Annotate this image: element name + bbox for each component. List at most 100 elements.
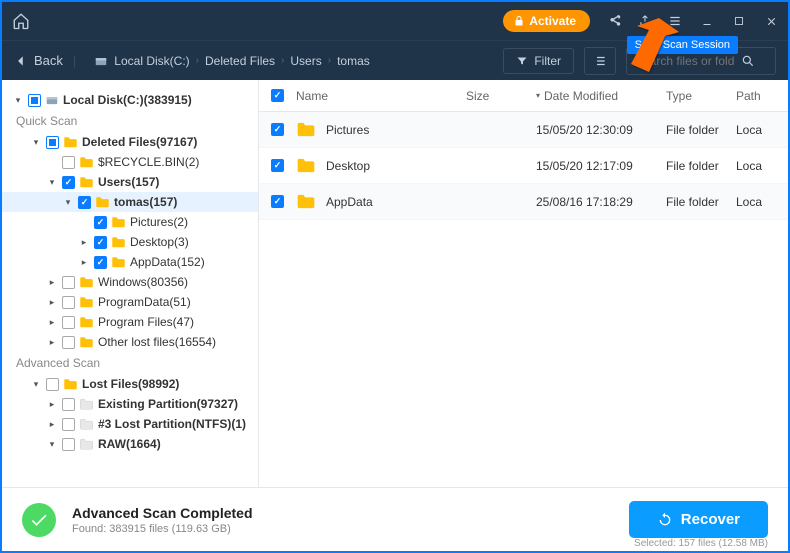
folder-icon <box>296 121 316 138</box>
crumb-0[interactable]: Local Disk(C:) <box>114 54 189 68</box>
checkbox[interactable] <box>62 176 75 189</box>
tree-label: RAW(1664) <box>98 437 161 451</box>
tree-label: Lost Files(98992) <box>82 377 179 391</box>
checkbox[interactable] <box>28 94 41 107</box>
tree-label: Program Files(47) <box>98 315 194 329</box>
col-path[interactable]: Path <box>736 89 776 103</box>
file-date: 15/05/20 12:17:09 <box>536 159 666 173</box>
tree-existing[interactable]: ▸ Existing Partition(97327) <box>2 394 258 414</box>
tree-label: #3 Lost Partition(NTFS)(1) <box>98 417 246 431</box>
tree-label: AppData(152) <box>130 255 205 269</box>
tree-root[interactable]: ▾ Local Disk(C:)(383915) <box>2 90 258 110</box>
crumb-3[interactable]: tomas <box>337 54 370 68</box>
checkbox[interactable] <box>46 378 59 391</box>
tree-programfiles[interactable]: ▸ Program Files(47) <box>2 312 258 332</box>
checkbox[interactable] <box>62 418 75 431</box>
col-date[interactable]: ▾Date Modified <box>536 89 666 103</box>
folder-icon <box>79 316 94 329</box>
tree-label: Pictures(2) <box>130 215 188 229</box>
tree-label: $RECYCLE.BIN(2) <box>98 155 199 169</box>
back-label: Back <box>34 53 63 68</box>
checkbox[interactable] <box>271 159 284 172</box>
file-name: AppData <box>326 195 466 209</box>
crumb-2[interactable]: Users <box>290 54 321 68</box>
checkbox[interactable] <box>46 136 59 149</box>
sidebar-tree: ▾ Local Disk(C:)(383915) Quick Scan ▾ De… <box>2 80 259 487</box>
checkbox[interactable] <box>62 276 75 289</box>
file-type: File folder <box>666 123 736 137</box>
checkbox[interactable] <box>94 216 107 229</box>
filter-button[interactable]: Filter <box>503 48 574 74</box>
recover-label: Recover <box>681 511 740 528</box>
folder-icon <box>79 296 94 309</box>
col-name[interactable]: Name <box>296 89 466 103</box>
tree-label: Deleted Files(97167) <box>82 135 197 149</box>
col-size[interactable]: Size <box>466 89 536 103</box>
checkbox[interactable] <box>271 123 284 136</box>
tree-windows[interactable]: ▸ Windows(80356) <box>2 272 258 292</box>
tree-pictures[interactable]: Pictures(2) <box>2 212 258 232</box>
file-type: File folder <box>666 159 736 173</box>
select-all-checkbox[interactable] <box>271 89 284 102</box>
folder-icon <box>296 193 316 210</box>
checkbox[interactable] <box>271 195 284 208</box>
folder-icon <box>79 176 94 189</box>
tree-otherlost[interactable]: ▸ Other lost files(16554) <box>2 332 258 352</box>
tree-lostfiles[interactable]: ▾ Lost Files(98992) <box>2 374 258 394</box>
crumb-1[interactable]: Deleted Files <box>205 54 275 68</box>
menu-icon[interactable] <box>668 14 682 28</box>
checkbox[interactable] <box>62 296 75 309</box>
checkbox[interactable] <box>94 256 107 269</box>
activate-label: Activate <box>529 14 576 28</box>
folder-icon <box>79 276 94 289</box>
scan-status-sub: Found: 383915 files (119.63 GB) <box>72 523 253 535</box>
search-input[interactable] <box>635 54 735 68</box>
minimize-icon[interactable] <box>700 14 714 28</box>
file-path: Loca <box>736 123 776 137</box>
tree-label: Desktop(3) <box>130 235 189 249</box>
folder-icon <box>79 398 94 411</box>
share-icon[interactable] <box>608 14 622 28</box>
back-button[interactable]: Back <box>14 53 63 68</box>
tree-label: Local Disk(C:)(383915) <box>63 93 192 107</box>
table-row[interactable]: Pictures 15/05/20 12:30:09 File folder L… <box>259 112 788 148</box>
file-path: Loca <box>736 159 776 173</box>
view-toggle-button[interactable] <box>584 47 616 75</box>
maximize-icon[interactable] <box>732 14 746 28</box>
save-session-tooltip: Save Scan Session <box>627 36 738 54</box>
tree-users[interactable]: ▾ Users(157) <box>2 172 258 192</box>
search-icon <box>741 54 755 68</box>
folder-icon <box>95 196 110 209</box>
tree-appdata[interactable]: ▸ AppData(152) <box>2 252 258 272</box>
checkbox[interactable] <box>62 156 75 169</box>
folder-icon <box>63 378 78 391</box>
tree-programdata[interactable]: ▸ ProgramData(51) <box>2 292 258 312</box>
tree-desktop[interactable]: ▸ Desktop(3) <box>2 232 258 252</box>
checkbox[interactable] <box>78 196 91 209</box>
file-type: File folder <box>666 195 736 209</box>
scan-status-title: Advanced Scan Completed <box>72 505 253 521</box>
disk-icon <box>94 54 108 68</box>
tree-recycle[interactable]: $RECYCLE.BIN(2) <box>2 152 258 172</box>
export-icon[interactable] <box>638 14 652 28</box>
tree-lost3[interactable]: ▸ #3 Lost Partition(NTFS)(1) <box>2 414 258 434</box>
col-type[interactable]: Type <box>666 89 736 103</box>
selected-info: Selected: 157 files (12.58 MB) <box>634 538 768 549</box>
table-row[interactable]: AppData 25/08/16 17:18:29 File folder Lo… <box>259 184 788 220</box>
checkbox[interactable] <box>94 236 107 249</box>
table-row[interactable]: Desktop 15/05/20 12:17:09 File folder Lo… <box>259 148 788 184</box>
tree-tomas[interactable]: ▾ tomas(157) <box>2 192 258 212</box>
tree-raw[interactable]: ▾ RAW(1664) <box>2 434 258 454</box>
checkbox[interactable] <box>62 336 75 349</box>
recover-button[interactable]: Recover <box>629 501 768 538</box>
tree-label: Existing Partition(97327) <box>98 397 238 411</box>
checkbox[interactable] <box>62 438 75 451</box>
tree-label: tomas(157) <box>114 195 177 209</box>
tree-deleted-files[interactable]: ▾ Deleted Files(97167) <box>2 132 258 152</box>
home-icon[interactable] <box>12 12 30 30</box>
activate-button[interactable]: Activate <box>503 10 590 32</box>
list-header: Name Size ▾Date Modified Type Path <box>259 80 788 112</box>
close-icon[interactable] <box>764 14 778 28</box>
checkbox[interactable] <box>62 398 75 411</box>
checkbox[interactable] <box>62 316 75 329</box>
